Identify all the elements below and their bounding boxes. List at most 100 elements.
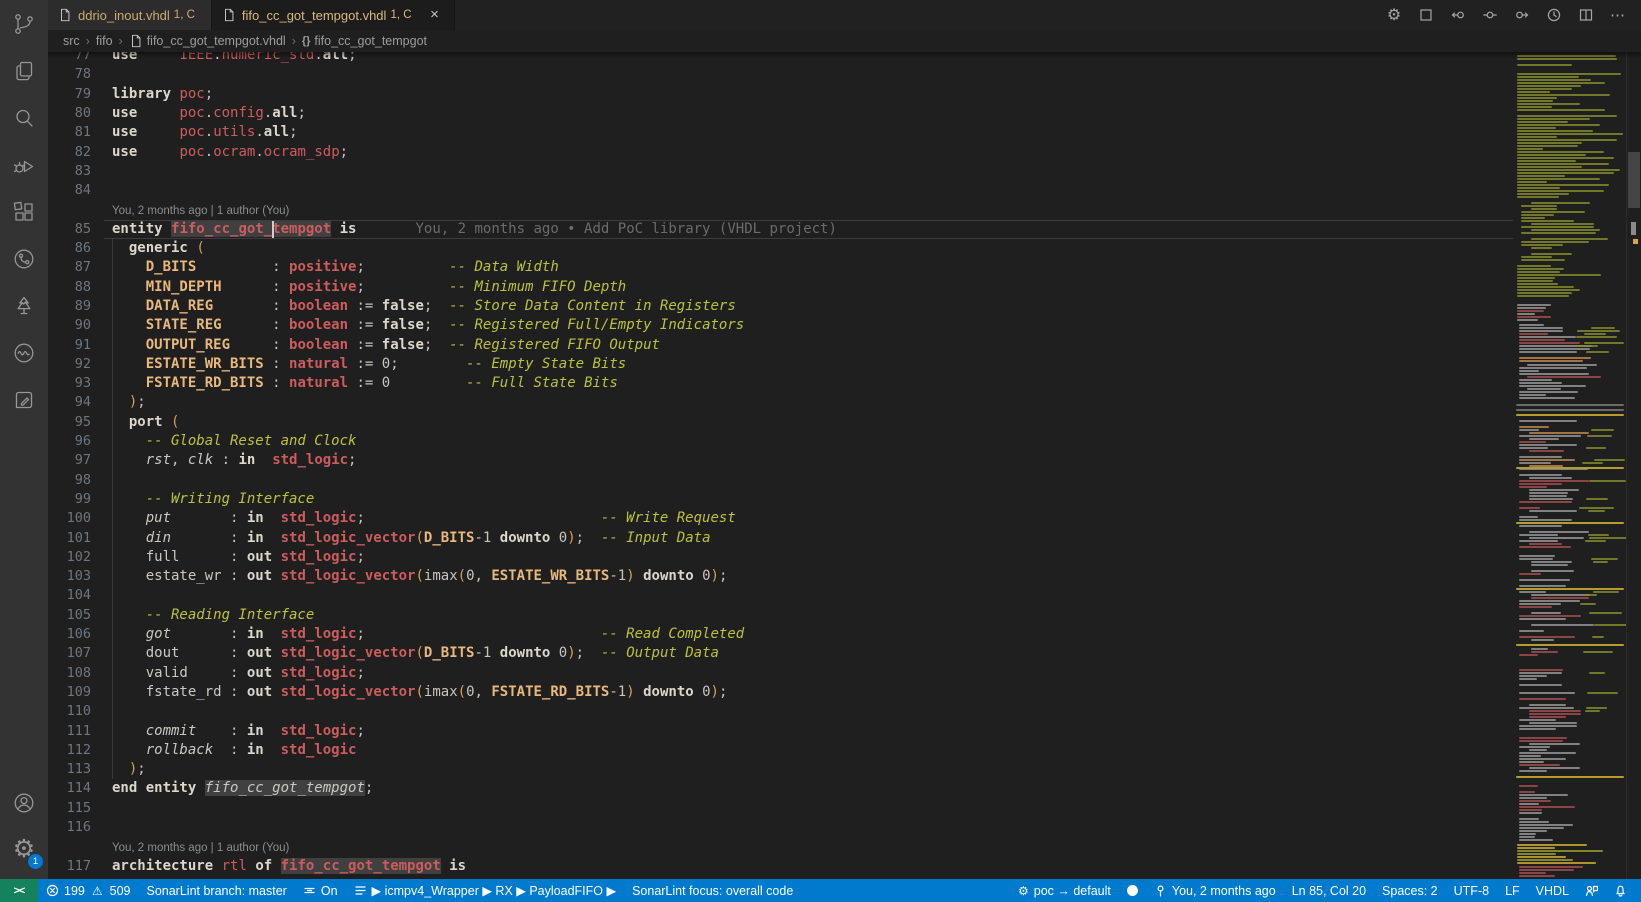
- line-number[interactable]: 81: [48, 123, 91, 142]
- activity-item-explorer[interactable]: [0, 47, 48, 94]
- activity-item-search[interactable]: [0, 94, 48, 141]
- code-line-117[interactable]: 117architecture rtl of fifo_cc_got_tempg…: [48, 857, 1513, 876]
- code-line-103[interactable]: 103 estate_wr : out std_logic_vector(ima…: [48, 567, 1513, 586]
- line-number[interactable]: 77: [48, 52, 91, 65]
- code-line-88[interactable]: 88 MIN_DEPTH : positive; -- Minimum FIFO…: [48, 278, 1513, 297]
- activity-item-extensions[interactable]: [0, 188, 48, 235]
- line-number[interactable]: 115: [48, 799, 91, 818]
- code-line-86[interactable]: 86 generic (: [48, 239, 1513, 258]
- line-number[interactable]: 79: [48, 85, 91, 104]
- code-line-94[interactable]: 94 );: [48, 393, 1513, 412]
- overview-ruler[interactable]: [1626, 52, 1641, 879]
- current-diff-icon[interactable]: [1481, 6, 1499, 24]
- activity-item-run-and-debug[interactable]: [0, 141, 48, 188]
- line-number[interactable]: 91: [48, 336, 91, 355]
- status-feedback[interactable]: [1577, 879, 1606, 902]
- line-number[interactable]: 93: [48, 374, 91, 393]
- status-notifications[interactable]: [1606, 879, 1635, 902]
- minimap[interactable]: [1513, 52, 1627, 879]
- code-line-109[interactable]: 109 fstate_rd : out std_logic_vector(ima…: [48, 683, 1513, 702]
- line-number[interactable]: 78: [48, 65, 91, 84]
- code-line-92[interactable]: 92 ESTATE_WR_BITS : natural := 0; -- Emp…: [48, 355, 1513, 374]
- status-errorlens-toggle[interactable]: On: [295, 879, 346, 902]
- code-line-90[interactable]: 90 STATE_REG : boolean := false; -- Regi…: [48, 316, 1513, 335]
- more-actions-icon[interactable]: ⋯: [1609, 6, 1627, 24]
- activity-item-todo-tree[interactable]: [0, 282, 48, 329]
- code-line-104[interactable]: 104: [48, 586, 1513, 605]
- line-number[interactable]: 110: [48, 702, 91, 721]
- code-line-98[interactable]: 98: [48, 471, 1513, 490]
- status-scope-path[interactable]: ▶ icmpv4_Wrapper ▶ RX ▶ PayloadFIFO ▶: [346, 879, 625, 902]
- line-number[interactable]: 85: [48, 220, 91, 239]
- close-icon[interactable]: ×: [426, 6, 444, 24]
- code-line-108[interactable]: 108 valid : out std_logic;: [48, 664, 1513, 683]
- code-line-89[interactable]: 89 DATA_REG : boolean := false; -- Store…: [48, 297, 1513, 316]
- line-number[interactable]: 106: [48, 625, 91, 644]
- line-number[interactable]: 113: [48, 760, 91, 779]
- code-line-114[interactable]: 114end entity fifo_cc_got_tempgot;: [48, 779, 1513, 798]
- code-line-106[interactable]: 106 got : in std_logic; -- Read Complete…: [48, 625, 1513, 644]
- line-number[interactable]: 107: [48, 644, 91, 663]
- line-number[interactable]: 103: [48, 567, 91, 586]
- code-line-93[interactable]: 93 FSTATE_RD_BITS : natural := 0 -- Full…: [48, 374, 1513, 393]
- next-diff-icon[interactable]: [1513, 6, 1531, 24]
- customize-layout-gear-icon[interactable]: ⚙: [1385, 6, 1403, 24]
- line-number[interactable]: 98: [48, 471, 91, 490]
- line-number[interactable]: 96: [48, 432, 91, 451]
- line-number[interactable]: 104: [48, 586, 91, 605]
- line-number[interactable]: 100: [48, 509, 91, 528]
- code-lens[interactable]: You, 2 months ago | 1 author (You): [48, 837, 1513, 856]
- activity-item-notebook[interactable]: [0, 376, 48, 423]
- scrollbar-thumb[interactable]: [1628, 152, 1640, 208]
- line-number[interactable]: 105: [48, 606, 91, 625]
- line-number[interactable]: 90: [48, 316, 91, 335]
- activity-item-source-control[interactable]: [0, 0, 48, 47]
- screencast-square-icon[interactable]: [1417, 6, 1435, 24]
- code-line-81[interactable]: 81use poc.utils.all;: [48, 123, 1513, 142]
- status-gradle-config[interactable]: ⚙poc → default: [1010, 879, 1119, 902]
- status-language-mode[interactable]: VHDL: [1528, 879, 1577, 902]
- status-status-dot[interactable]: [1119, 879, 1146, 902]
- breadcrumb-item-fifo[interactable]: fifo: [96, 34, 113, 48]
- code-line-113[interactable]: 113 );: [48, 760, 1513, 779]
- line-number[interactable]: 88: [48, 278, 91, 297]
- code-line-91[interactable]: 91 OUTPUT_REG : boolean := false; -- Reg…: [48, 336, 1513, 355]
- timeline-clock-icon[interactable]: [1545, 6, 1563, 24]
- status-sonarlint-focus[interactable]: SonarLint focus: overall code: [624, 879, 801, 902]
- status-encoding[interactable]: UTF-8: [1446, 879, 1497, 902]
- code-line-96[interactable]: 96 -- Global Reset and Clock: [48, 432, 1513, 451]
- breadcrumb-item-fifo_cc_got_tempgot[interactable]: fifo_cc_got_tempgot: [314, 34, 427, 48]
- code-line-82[interactable]: 82use poc.ocram.ocram_sdp;: [48, 143, 1513, 162]
- breadcrumb-item-fifo_cc_got_tempgot.vhdl[interactable]: fifo_cc_got_tempgot.vhdl: [147, 34, 286, 48]
- code-line-105[interactable]: 105 -- Reading Interface: [48, 606, 1513, 625]
- code-line-107[interactable]: 107 dout : out std_logic_vector(D_BITS-1…: [48, 644, 1513, 663]
- line-number[interactable]: 112: [48, 741, 91, 760]
- line-number[interactable]: 99: [48, 490, 91, 509]
- line-number[interactable]: 82: [48, 143, 91, 162]
- code-line-87[interactable]: 87 D_BITS : positive; -- Data Width: [48, 258, 1513, 277]
- line-number[interactable]: 109: [48, 683, 91, 702]
- activity-item-git-graph[interactable]: [0, 235, 48, 282]
- code-line-101[interactable]: 101 din : in std_logic_vector(D_BITS-1 d…: [48, 529, 1513, 548]
- code-line-116[interactable]: 116: [48, 818, 1513, 837]
- code-line-85[interactable]: 85entity fifo_cc_got_tempgot is You, 2 m…: [48, 220, 1513, 239]
- code-line-112[interactable]: 112 rollback : in std_logic: [48, 741, 1513, 760]
- status-sonarlint-branch[interactable]: SonarLint branch: master: [138, 879, 294, 902]
- split-editor-icon[interactable]: [1577, 6, 1595, 24]
- previous-diff-icon[interactable]: [1449, 6, 1467, 24]
- line-number[interactable]: 87: [48, 258, 91, 277]
- code-line-77[interactable]: 77use IEEE.numeric_std.all;: [48, 52, 1513, 65]
- activity-item-settings[interactable]: ⚙1: [0, 826, 48, 873]
- code-line-111[interactable]: 111 commit : in std_logic;: [48, 722, 1513, 741]
- code-line-95[interactable]: 95 port (: [48, 413, 1513, 432]
- line-number[interactable]: 94: [48, 393, 91, 412]
- status-problems[interactable]: 199⚠509: [38, 879, 138, 902]
- status-indentation[interactable]: Spaces: 2: [1374, 879, 1446, 902]
- activity-item-accounts[interactable]: [0, 779, 48, 826]
- line-number[interactable]: 86: [48, 239, 91, 258]
- code-lens[interactable]: You, 2 months ago | 1 author (You): [48, 200, 1513, 219]
- line-number[interactable]: 102: [48, 548, 91, 567]
- remote-indicator[interactable]: ><: [0, 879, 38, 902]
- code-line-99[interactable]: 99 -- Writing Interface: [48, 490, 1513, 509]
- line-number[interactable]: 111: [48, 722, 91, 741]
